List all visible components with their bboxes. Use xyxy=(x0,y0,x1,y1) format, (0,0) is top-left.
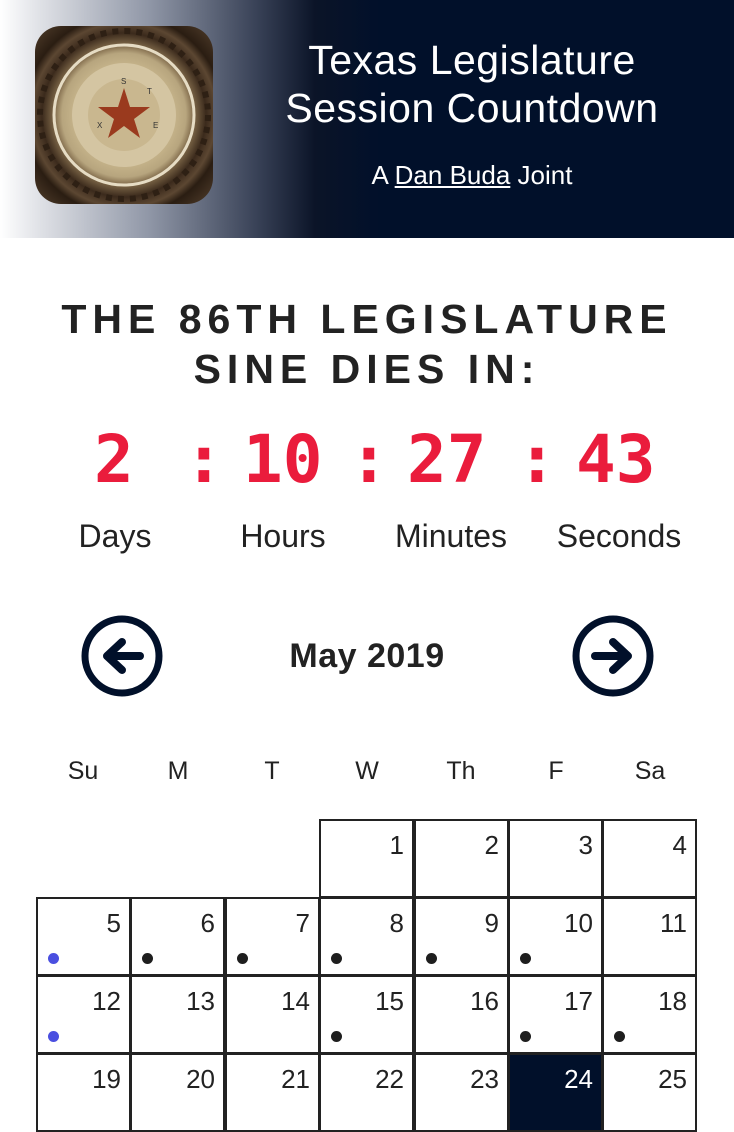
calendar-day[interactable]: 14 xyxy=(225,975,320,1054)
hours-label: Hours xyxy=(240,518,326,554)
day-number: 8 xyxy=(389,908,404,938)
calendar-day[interactable]: 20 xyxy=(130,1053,225,1132)
calendar-day[interactable]: 9 xyxy=(414,897,509,976)
day-number: 3 xyxy=(578,830,593,860)
weekday-header: F xyxy=(548,757,564,785)
svg-text:T: T xyxy=(147,87,152,96)
calendar-day-today[interactable]: 24 xyxy=(508,1053,603,1132)
event-dot xyxy=(520,953,531,964)
byline-prefix: A xyxy=(371,160,395,190)
month-label: May 2019 xyxy=(289,637,445,675)
calendar-day[interactable]: 17 xyxy=(508,975,603,1054)
app-title: Texas Legislature Session Countdown xyxy=(262,36,682,132)
day-number: 24 xyxy=(564,1064,593,1094)
prev-month-button[interactable] xyxy=(80,614,164,698)
separator: : xyxy=(184,421,224,498)
day-number: 20 xyxy=(186,1064,215,1094)
weekday-header: W xyxy=(355,757,379,785)
calendar-day[interactable]: 8 xyxy=(319,897,414,976)
day-number: 9 xyxy=(484,908,499,938)
seconds-label: Seconds xyxy=(556,518,682,554)
day-number: 10 xyxy=(564,908,593,938)
next-month-button[interactable] xyxy=(571,614,655,698)
event-dot xyxy=(142,953,153,964)
event-dot xyxy=(237,953,248,964)
day-number: 18 xyxy=(658,986,687,1016)
app-title-line2: Session Countdown xyxy=(285,85,659,131)
event-dot xyxy=(331,1031,342,1042)
day-number: 4 xyxy=(672,830,687,860)
calendar-day[interactable]: 1 xyxy=(319,819,414,898)
countdown-heading-line1: THE 86TH LEGISLATURE xyxy=(61,296,673,342)
day-number: 25 xyxy=(658,1064,687,1094)
day-number: 19 xyxy=(92,1064,121,1094)
event-dot xyxy=(426,953,437,964)
days-value: 2 xyxy=(94,421,134,498)
calendar-day[interactable]: 23 xyxy=(414,1053,509,1132)
day-number: 5 xyxy=(106,908,121,938)
day-number: 13 xyxy=(186,986,215,1016)
separator: : xyxy=(517,421,557,498)
calendar-day[interactable]: 2 xyxy=(414,819,509,898)
calendar-day[interactable]: 19 xyxy=(36,1053,131,1132)
calendar-day[interactable]: 21 xyxy=(225,1053,320,1132)
capitol-dome-logo: S T E X xyxy=(35,26,213,204)
calendar-day[interactable]: 4 xyxy=(602,819,697,898)
seconds-value: 43 xyxy=(576,421,656,498)
author-link[interactable]: Dan Buda xyxy=(395,160,511,190)
day-number: 22 xyxy=(375,1064,404,1094)
calendar-day[interactable]: 18 xyxy=(602,975,697,1054)
event-dot xyxy=(331,953,342,964)
countdown-heading-line2: SINE DIES IN: xyxy=(193,346,541,392)
calendar-day[interactable]: 15 xyxy=(319,975,414,1054)
day-number: 23 xyxy=(470,1064,499,1094)
day-number: 15 xyxy=(375,986,404,1016)
day-number: 21 xyxy=(281,1064,310,1094)
event-dot xyxy=(614,1031,625,1042)
calendar-day[interactable]: 7 xyxy=(225,897,320,976)
svg-text:S: S xyxy=(121,77,126,86)
minutes-value: 27 xyxy=(407,421,487,498)
calendar-day[interactable]: 10 xyxy=(508,897,603,976)
calendar-day[interactable]: 16 xyxy=(414,975,509,1054)
day-number: 6 xyxy=(200,908,215,938)
svg-text:E: E xyxy=(153,121,158,130)
day-number: 17 xyxy=(564,986,593,1016)
app-header: S T E X Texas Legislature Session Countd… xyxy=(0,0,734,238)
hours-value: 10 xyxy=(243,421,323,498)
day-number: 14 xyxy=(281,986,310,1016)
separator: : xyxy=(349,421,389,498)
byline: A Dan Buda Joint xyxy=(262,158,682,192)
day-number: 2 xyxy=(484,830,499,860)
event-dot-blue xyxy=(48,953,59,964)
event-dot xyxy=(520,1031,531,1042)
calendar-day[interactable]: 13 xyxy=(130,975,225,1054)
calendar-day[interactable]: 22 xyxy=(319,1053,414,1132)
day-number: 1 xyxy=(389,830,404,860)
weekday-header: Sa xyxy=(634,757,666,785)
day-number: 7 xyxy=(295,908,310,938)
arrow-right-circle-icon xyxy=(572,615,654,697)
day-number: 12 xyxy=(92,986,121,1016)
day-number: 16 xyxy=(470,986,499,1016)
calendar-day[interactable]: 25 xyxy=(602,1053,697,1132)
minutes-label: Minutes xyxy=(394,518,508,554)
countdown-heading: THE 86TH LEGISLATURE SINE DIES IN: xyxy=(0,294,734,394)
day-number: 11 xyxy=(660,908,687,938)
calendar-day[interactable]: 3 xyxy=(508,819,603,898)
weekday-header: T xyxy=(264,757,280,785)
svg-text:X: X xyxy=(97,121,103,130)
weekday-header: Su xyxy=(67,757,99,785)
calendar-day[interactable]: 5 xyxy=(36,897,131,976)
weekday-header: M xyxy=(167,757,189,785)
calendar-day[interactable]: 6 xyxy=(130,897,225,976)
calendar-day[interactable]: 11 xyxy=(602,897,697,976)
arrow-left-circle-icon xyxy=(81,615,163,697)
app-title-line1: Texas Legislature xyxy=(308,37,636,83)
weekday-header: Th xyxy=(446,757,476,785)
calendar-day[interactable]: 12 xyxy=(36,975,131,1054)
byline-suffix: Joint xyxy=(510,160,573,190)
days-label: Days xyxy=(78,518,152,554)
event-dot-blue xyxy=(48,1031,59,1042)
